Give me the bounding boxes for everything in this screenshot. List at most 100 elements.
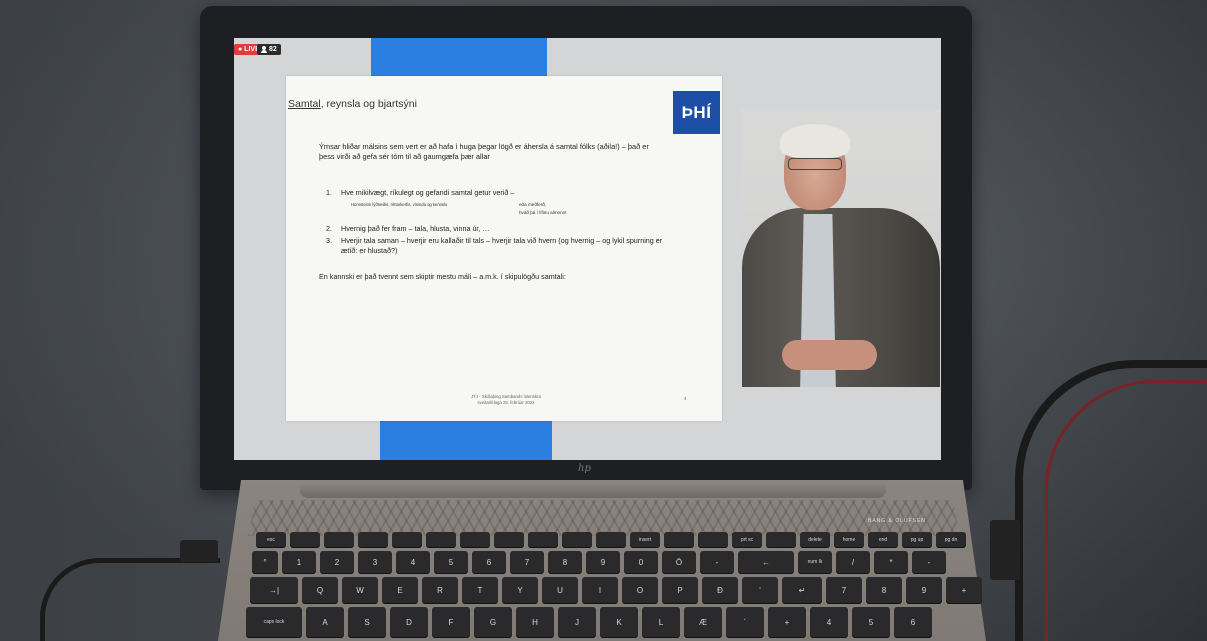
keyboard-key: 5	[434, 551, 468, 573]
keyboard-key: -	[700, 551, 734, 573]
keyboard-key: caps lock	[246, 607, 302, 637]
keyboard-key: Ö	[662, 551, 696, 573]
keyboard-key: O	[622, 577, 658, 603]
keyboard: esc insert prt sc delete home end pg up pg dn °…	[246, 532, 982, 641]
keyboard-key	[290, 532, 320, 547]
speaker-brand-label: BANG & OLUFSEN	[868, 518, 926, 524]
keyboard-key: pg up	[902, 532, 932, 547]
keyboard-key	[562, 532, 592, 547]
keyboard-key: I	[582, 577, 618, 603]
list-number: 2.	[326, 223, 332, 233]
keyboard-key	[698, 532, 728, 547]
presenter-hair	[780, 124, 850, 158]
keyboard-key: Y	[502, 577, 538, 603]
keyboard-key: J	[558, 607, 596, 637]
keyboard-key	[494, 532, 524, 547]
laptop-hinge	[300, 482, 886, 498]
keyboard-key: R	[422, 577, 458, 603]
keyboard-key: 9	[586, 551, 620, 573]
list-text: Hvernig það fer fram – tala, hlusta, vin…	[341, 223, 490, 233]
list-item: 2. Hvernig það fer fram – tala, hlusta, …	[326, 224, 666, 234]
list-text: Hverjir tala saman – hverjir eru kallaði…	[341, 236, 663, 255]
keyboard-key: A	[306, 607, 344, 637]
slide-footer-line2: sveitarfélaga 28. febrúar 2022	[477, 400, 535, 405]
keyboard-key: W	[342, 577, 378, 603]
viewer-count: 82	[269, 46, 277, 53]
keyboard-key: →|	[250, 577, 298, 603]
keyboard-key: P	[662, 577, 698, 603]
keyboard-key	[324, 532, 354, 547]
keyboard-key: G	[474, 607, 512, 637]
keyboard-key: ↵	[782, 577, 822, 603]
list-text: Hve mikilvægt, ríkulegt og gefandi samta…	[341, 188, 515, 197]
keyboard-key: 6	[894, 607, 932, 637]
slide-conclusion: En kannski er það tvennt sem skiptir mes…	[319, 272, 566, 281]
keyboard-key: +	[946, 577, 982, 603]
keyboard-key: Æ	[684, 607, 722, 637]
keyboard-key	[664, 532, 694, 547]
presenter-video	[742, 110, 940, 387]
keyboard-key: Q	[302, 577, 338, 603]
keyboard-key: /	[836, 551, 870, 573]
keyboard-key: end	[868, 532, 898, 547]
viewer-count-badge: 82	[257, 44, 281, 55]
blue-banner-top	[371, 38, 547, 76]
keyboard-key: 4	[396, 551, 430, 573]
keyboard-key: esc	[256, 532, 286, 547]
keyboard-key	[392, 532, 422, 547]
slide-title-underlined: Samtal	[288, 98, 321, 110]
keyboard-key: D	[390, 607, 428, 637]
keyboard-key: 1	[282, 551, 316, 573]
sub-note-right: eða meðferð, hvað þá í lífinu almennt	[519, 201, 567, 217]
keyboard-key	[766, 532, 796, 547]
presenter-hands	[782, 340, 877, 370]
keyboard-key: 9	[906, 577, 942, 603]
keyboard-key: insert	[630, 532, 660, 547]
university-logo: ÞHÍ	[673, 91, 720, 134]
keyboard-key: ´	[726, 607, 764, 637]
keyboard-key: T	[462, 577, 498, 603]
keyboard-key: -	[912, 551, 946, 573]
slide-title: Samtal, reynsla og bjartsýni	[288, 98, 417, 110]
sub-note-left: Hornsteinn lýðræðis, réttarkerfis, vísin…	[351, 202, 448, 207]
keyboard-key: 5	[852, 607, 890, 637]
power-cable	[40, 558, 220, 641]
keyboard-key: delete	[800, 532, 830, 547]
list-item: 3. Hverjir tala saman – hverjir eru kall…	[326, 236, 666, 255]
keyboard-key: 3	[358, 551, 392, 573]
keyboard-key: '	[742, 577, 778, 603]
keyboard-row-home: caps lock A S D F G H J K L Æ ´ +4 5 6	[246, 607, 932, 637]
keyboard-key: °	[252, 551, 278, 573]
keyboard-key: S	[348, 607, 386, 637]
keyboard-key: num lk	[798, 551, 832, 573]
keyboard-key: 8	[866, 577, 902, 603]
keyboard-key: F	[432, 607, 470, 637]
keyboard-key: 7	[826, 577, 862, 603]
presenter-glasses	[788, 158, 842, 170]
usb-plug-right	[990, 520, 1020, 580]
hp-logo: hp	[578, 463, 591, 474]
keyboard-row-function: esc insert prt sc delete home end pg up pg dn	[256, 532, 966, 547]
keyboard-key: 7	[510, 551, 544, 573]
keyboard-row-numbers: ° 1 2 3 4 5 6 7 8 9 0 Ö - ← num lk / * -	[252, 551, 946, 573]
slide-list: 1. Hve mikilvægt, ríkulegt og gefandi sa…	[326, 188, 666, 258]
presentation-slide: Samtal, reynsla og bjartsýni ÞHÍ Ýmsar h…	[286, 76, 722, 421]
keyboard-key: 2	[320, 551, 354, 573]
sub-note-right-line1: eða meðferð,	[519, 202, 547, 207]
speaker-grille	[248, 500, 960, 536]
list-number: 3.	[326, 236, 332, 245]
keyboard-key	[358, 532, 388, 547]
keyboard-key	[426, 532, 456, 547]
keyboard-key: 0	[624, 551, 658, 573]
laptop-screen: ● LIVE 82 Samtal, reynsla og bjartsýni Þ…	[234, 38, 941, 460]
keyboard-key: prt sc	[732, 532, 762, 547]
slide-intro-text: Ýmsar hliðar málsins sem vert er að hafa…	[319, 142, 649, 161]
power-plug	[180, 540, 218, 562]
slide-page-number: 4	[684, 396, 687, 401]
keyboard-row-qwerty: →| Q W E R T Y U I O P Ð ' ↵ 7 8 9 +	[250, 577, 982, 603]
keyboard-key: U	[542, 577, 578, 603]
keyboard-key: E	[382, 577, 418, 603]
keyboard-key	[596, 532, 626, 547]
slide-footer: JTJ - Skólaþing Sambands íslenskra sveit…	[446, 394, 566, 406]
keyboard-key: 6	[472, 551, 506, 573]
